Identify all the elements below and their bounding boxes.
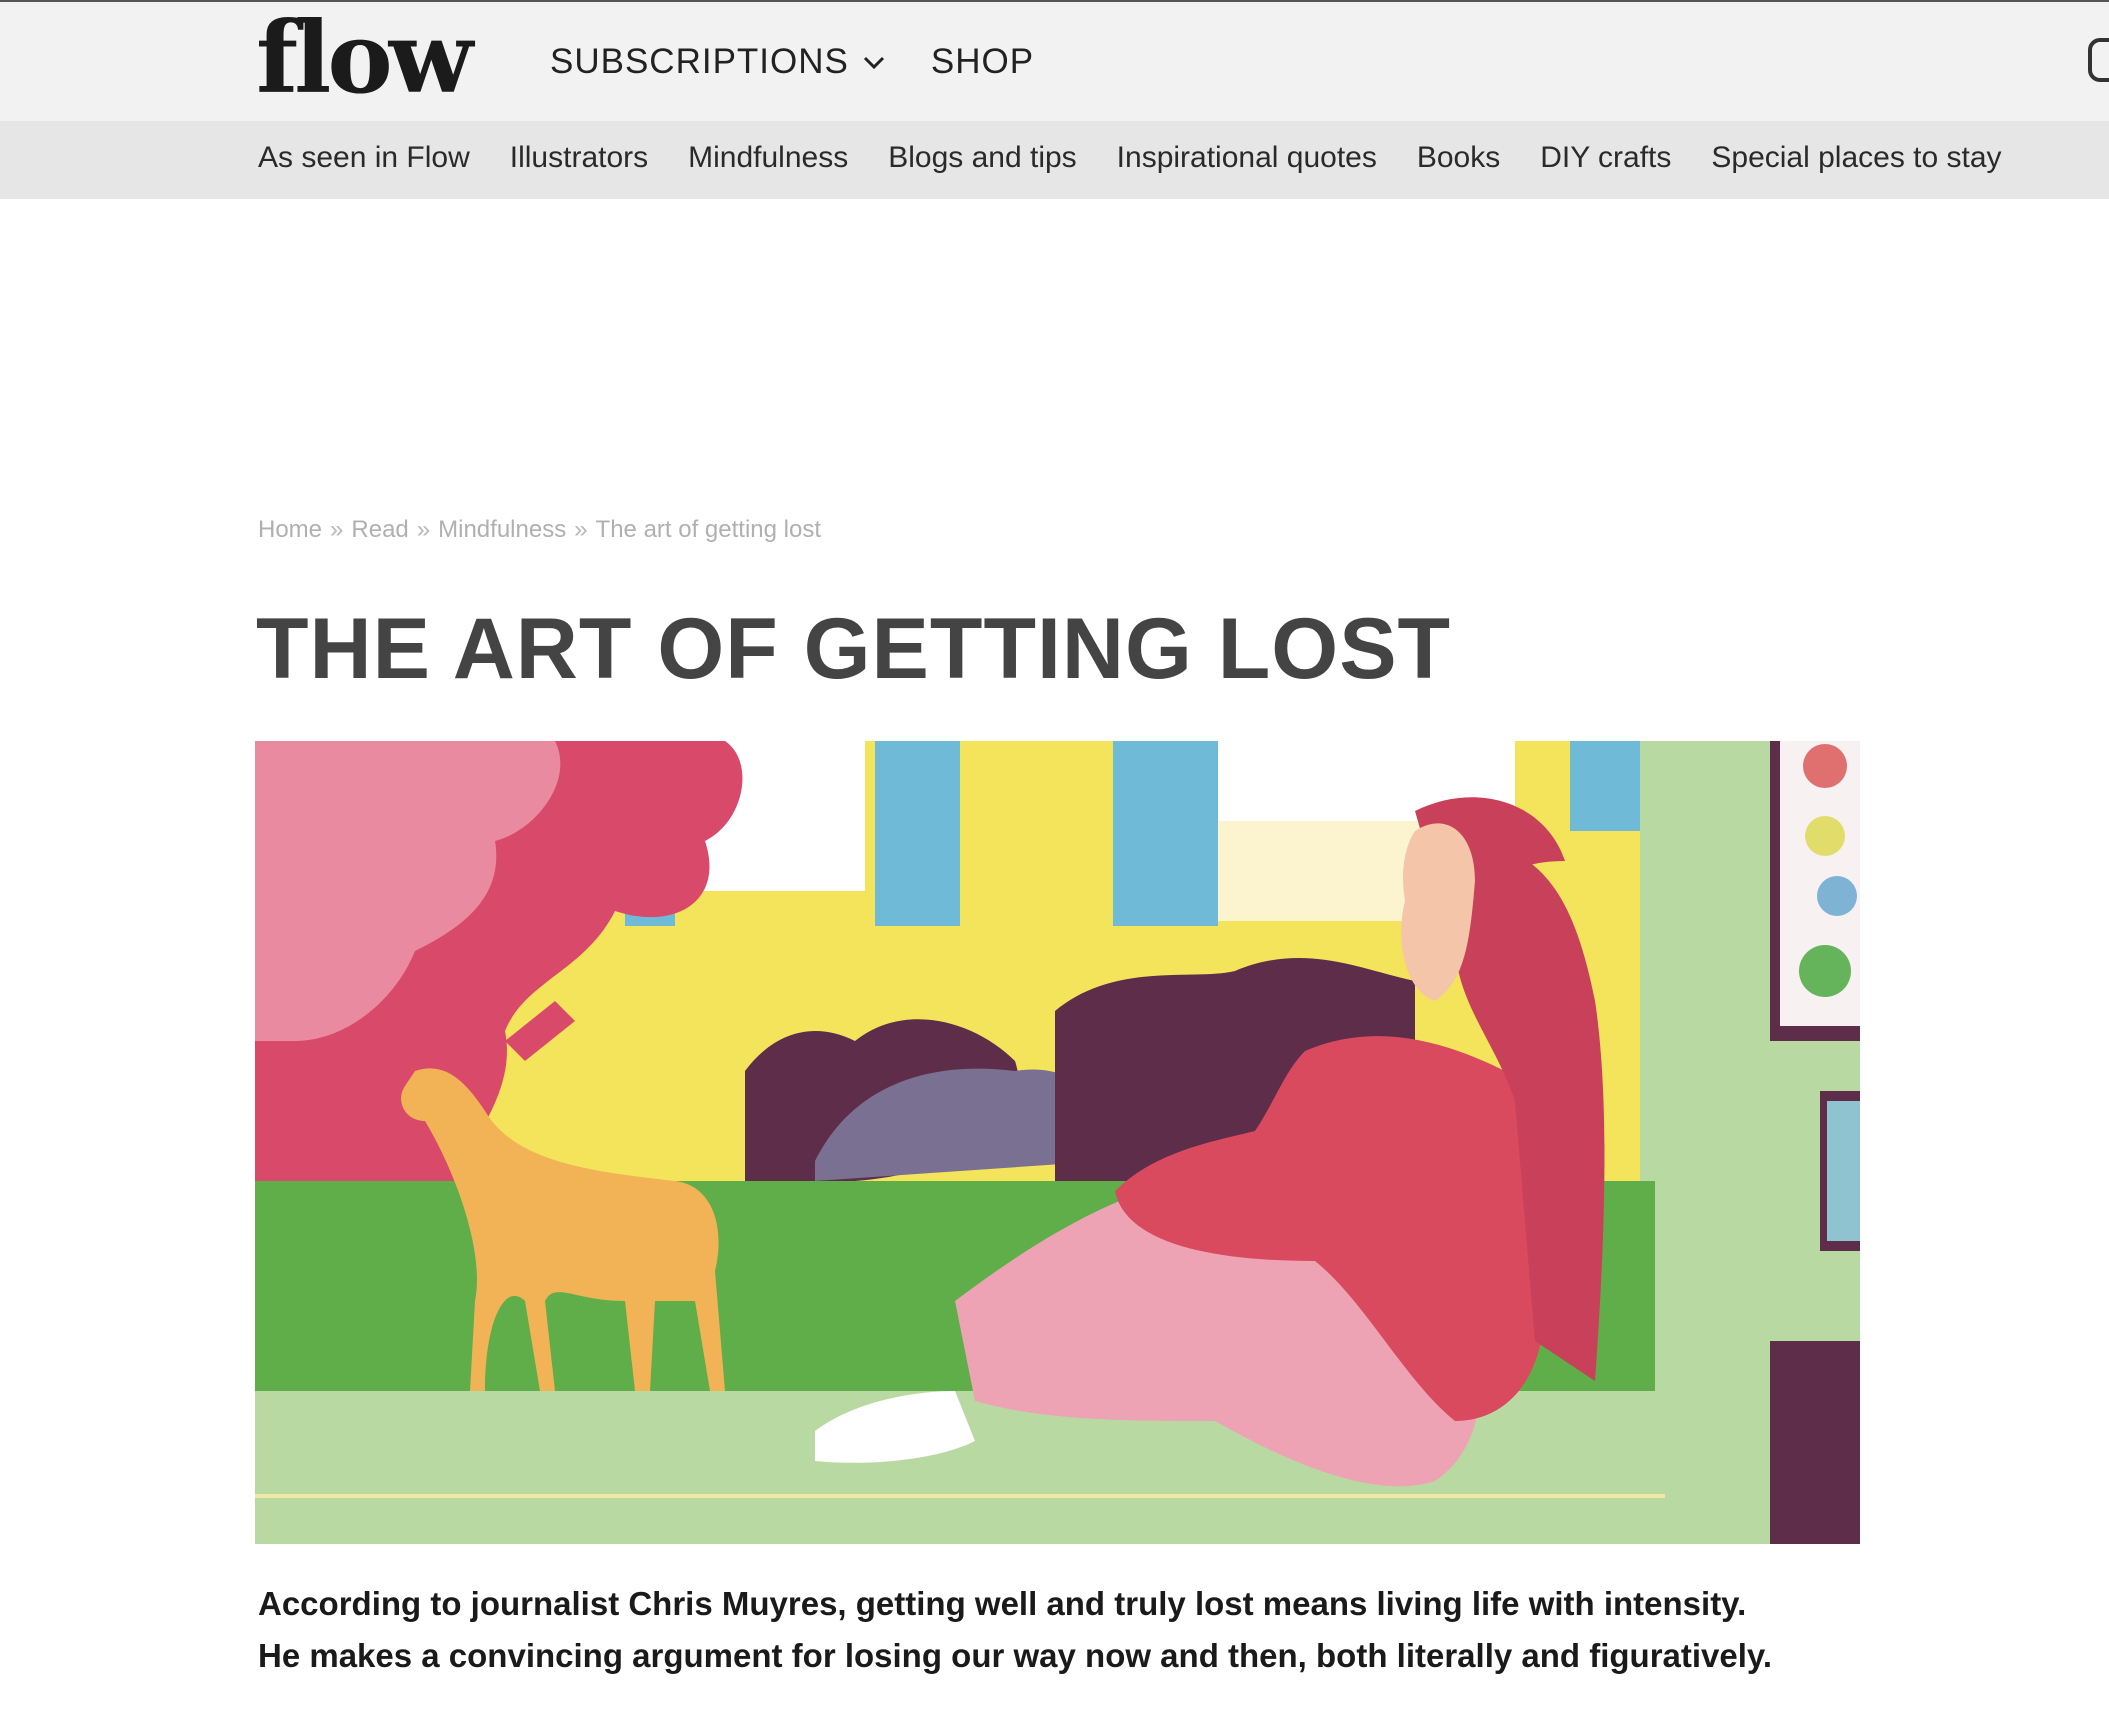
nav-shop-label: SHOP [930,42,1035,81]
instagram-icon[interactable] [2088,38,2109,82]
hero-illustration [255,741,1860,1544]
breadcrumb-home[interactable]: Home [258,516,322,544]
article-lead: According to journalist Chris Muyres, ge… [258,1578,1878,1682]
category-bar: As seen in Flow Illustrators Mindfulness… [0,121,2109,199]
breadcrumb-separator: » [330,516,344,543]
breadcrumb-current: The art of getting lost [595,516,822,543]
main-nav: SUBSCRIPTIONS SHOP [550,42,1034,82]
chevron-down-icon [863,56,884,70]
lead-line-2: He makes a convincing argument for losin… [258,1637,1772,1674]
breadcrumb: Home » Read » Mindfulness » The art of g… [258,516,821,544]
site-header: flow SUBSCRIPTIONS SHOP [0,0,2109,121]
breadcrumb-read[interactable]: Read [351,516,408,544]
category-as-seen-in-flow[interactable]: As seen in Flow [258,141,470,175]
nav-subscriptions-label: SUBSCRIPTIONS [550,42,849,81]
category-mindfulness[interactable]: Mindfulness [688,141,848,175]
nav-shop[interactable]: SHOP [931,42,1034,82]
nav-subscriptions[interactable]: SUBSCRIPTIONS [550,42,887,82]
breadcrumb-separator: » [574,516,588,543]
category-inspirational-quotes[interactable]: Inspirational quotes [1117,141,1377,175]
category-nav: As seen in Flow Illustrators Mindfulness… [258,141,2002,175]
category-blogs-and-tips[interactable]: Blogs and tips [888,141,1076,175]
page-title: THE ART OF GETTING LOST [256,601,1452,697]
category-books[interactable]: Books [1417,141,1500,175]
breadcrumb-mindfulness[interactable]: Mindfulness [438,516,566,544]
category-illustrators[interactable]: Illustrators [510,141,648,175]
breadcrumb-separator: » [416,516,431,543]
category-special-places[interactable]: Special places to stay [1711,141,2001,175]
lead-line-1: According to journalist Chris Muyres, ge… [258,1585,1747,1622]
flow-logo[interactable]: flow [256,10,473,108]
category-diy-crafts[interactable]: DIY crafts [1540,141,1671,175]
